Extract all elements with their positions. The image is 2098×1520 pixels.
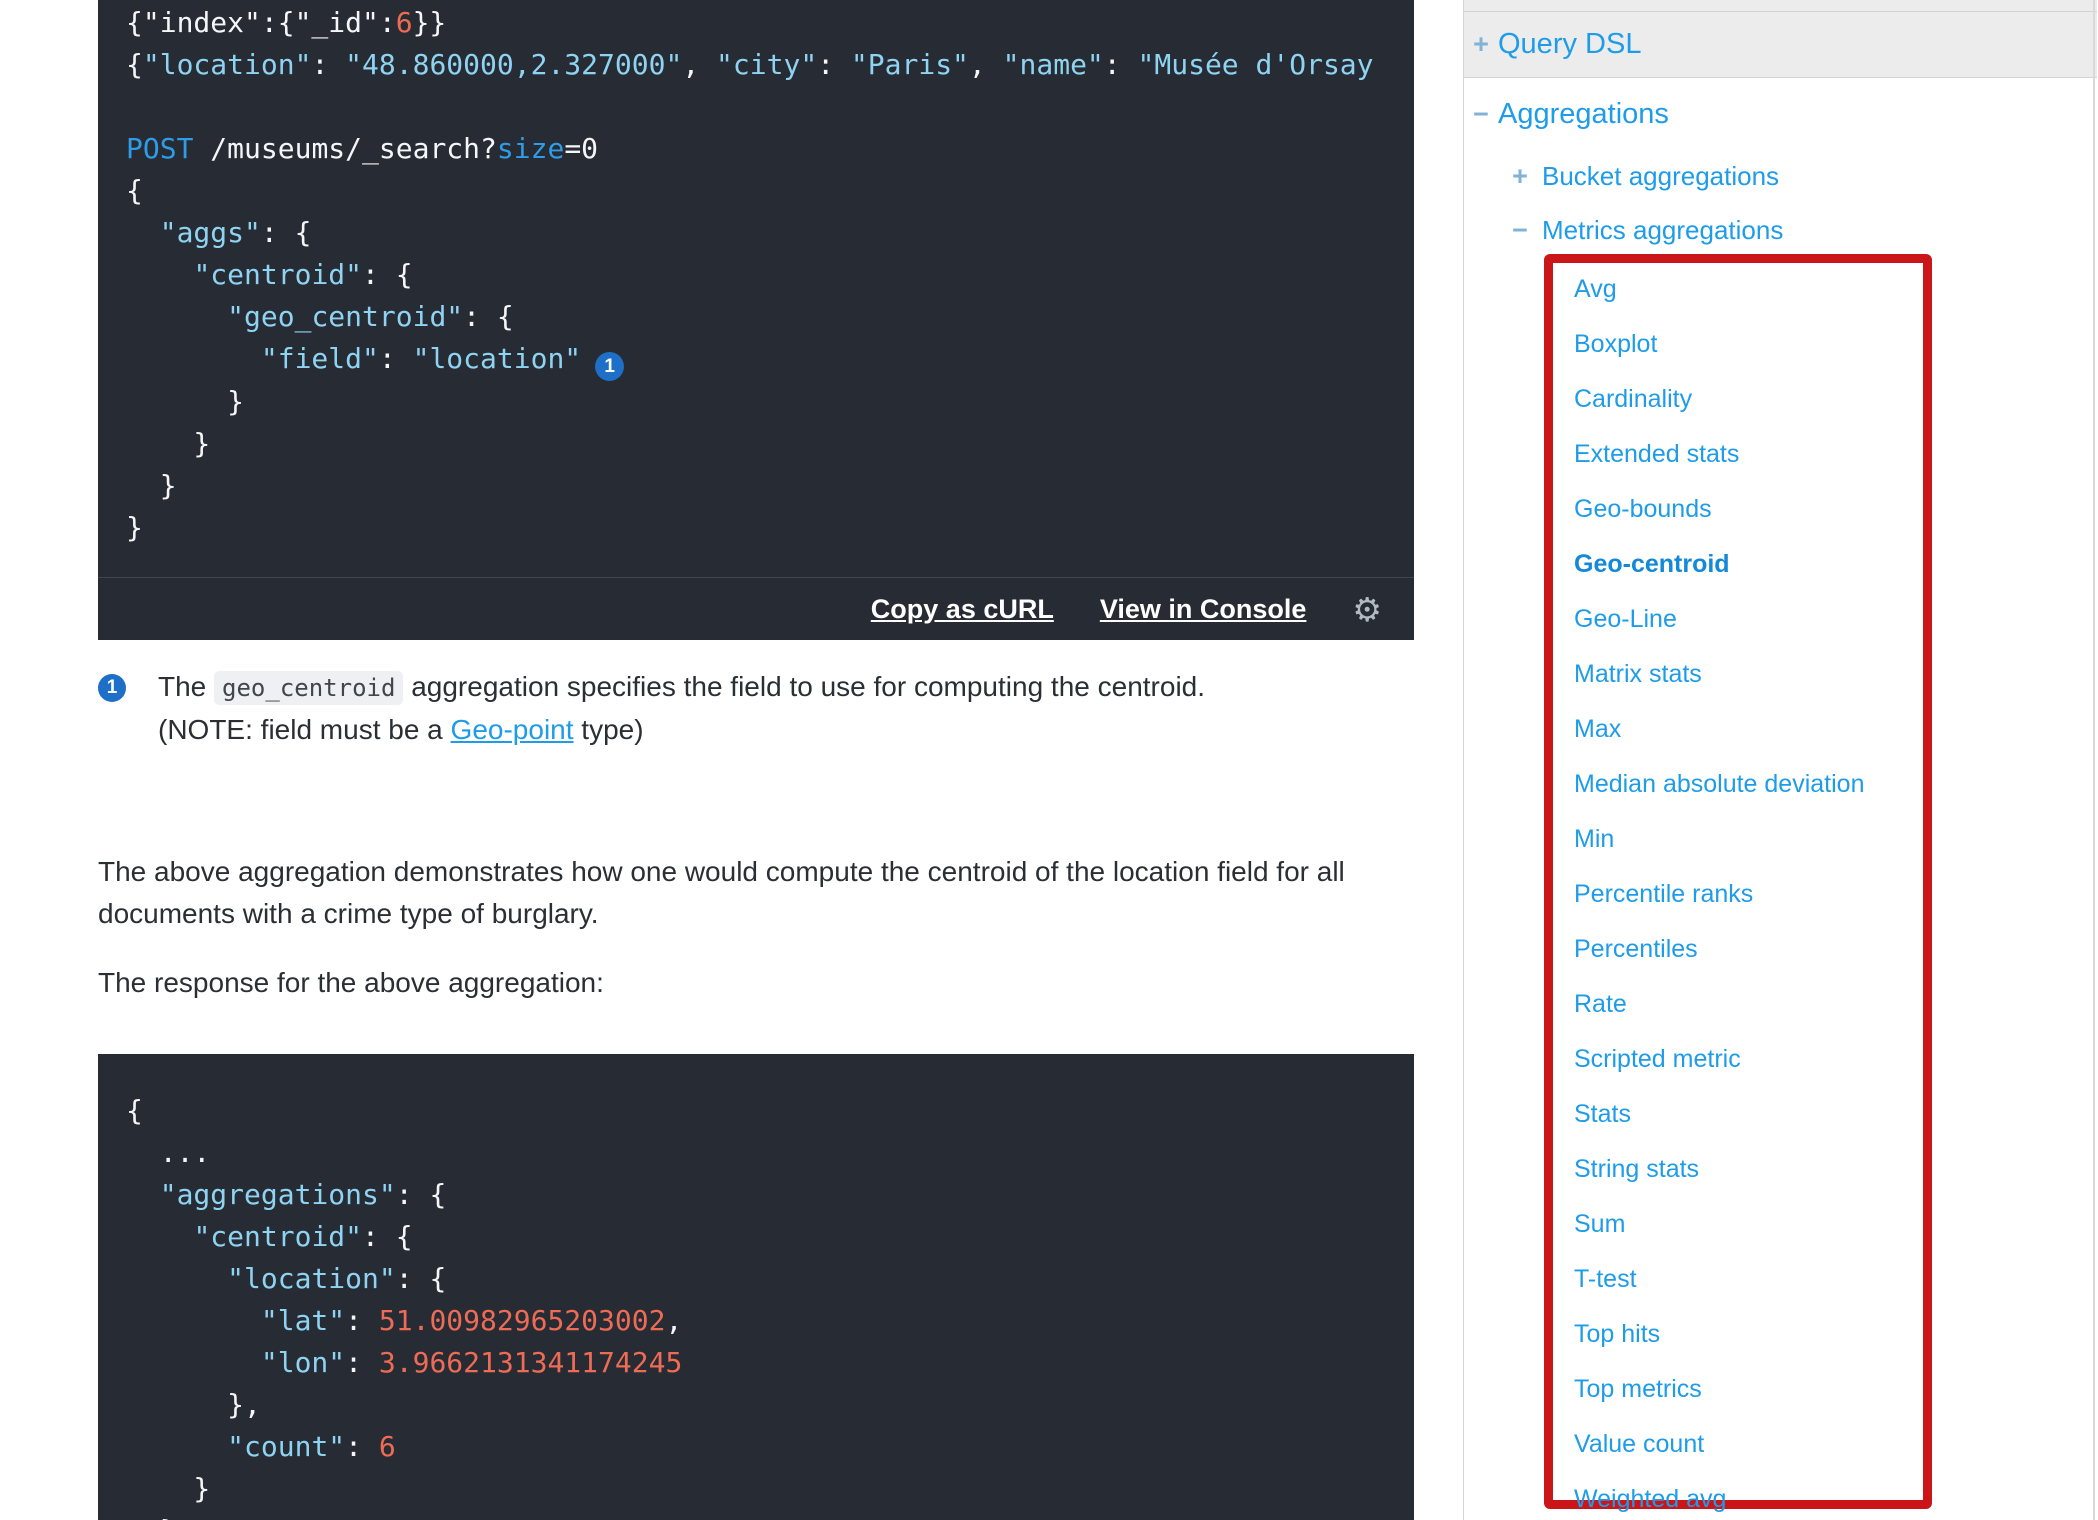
body-paragraph: The above aggregation demonstrates how o… <box>98 851 1420 935</box>
code-line: "centroid": { <box>126 1216 1414 1258</box>
sidebar-item-stats[interactable]: Stats <box>1574 1102 1923 1127</box>
code-line <box>126 86 1414 128</box>
sidebar-item-t-test[interactable]: T-test <box>1574 1267 1923 1292</box>
code-line: {"index":{"_id":6}} <box>126 2 1414 44</box>
sidebar-item-median-absolute-deviation[interactable]: Median absolute deviation <box>1574 772 1923 797</box>
code-line: }, <box>126 1384 1414 1426</box>
code-line: "aggregations": { <box>126 1174 1414 1216</box>
sidebar-item-boxplot[interactable]: Boxplot <box>1574 332 1923 357</box>
sidebar-item-rate[interactable]: Rate <box>1574 992 1923 1017</box>
geo-point-link[interactable]: Geo-point <box>451 714 574 745</box>
response-code: { ... "aggregations": { "centroid": { "l… <box>98 1054 1414 1520</box>
callout-text-after: aggregation specifies the field to use f… <box>403 671 1205 702</box>
toc-sidebar: + Query DSL − Aggregations + Bucket aggr… <box>1463 0 2097 1520</box>
request-code: {"index":{"_id":6}}{"location": "48.8600… <box>98 0 1414 548</box>
sidebar-item-label[interactable]: Aggregations <box>1498 98 1669 131</box>
code-line: { <box>126 170 1414 212</box>
callout-ref-badge: 1 <box>595 352 624 381</box>
sidebar-item-metrics-aggregations[interactable]: − Metrics aggregations <box>1464 208 2097 252</box>
code-toolbar: Copy as cURL View in Console ⚙ <box>98 577 1414 640</box>
sidebar-item-aggregations[interactable]: − Aggregations <box>1464 88 2097 140</box>
plus-icon[interactable]: + <box>1472 29 1490 60</box>
code-line: "aggs": { <box>126 212 1414 254</box>
page-edge-divider <box>2093 0 2095 1520</box>
sidebar-item-value-count[interactable]: Value count <box>1574 1432 1923 1457</box>
sidebar-item-extended-stats[interactable]: Extended stats <box>1574 442 1923 467</box>
view-in-console-button[interactable]: View in Console <box>1100 594 1307 625</box>
gear-icon[interactable]: ⚙ <box>1352 593 1382 626</box>
sidebar-item-sum[interactable]: Sum <box>1574 1212 1923 1237</box>
sidebar-item-top-hits[interactable]: Top hits <box>1574 1322 1923 1347</box>
code-line: "field": "location"1 <box>126 338 1414 381</box>
response-intro-paragraph: The response for the above aggregation: <box>98 962 1420 1004</box>
code-line: "location": { <box>126 1258 1414 1300</box>
sidebar-item-percentiles[interactable]: Percentiles <box>1574 937 1923 962</box>
code-line: "count": 6 <box>126 1426 1414 1468</box>
code-line: POST /museums/_search?size=0 <box>126 128 1414 170</box>
sidebar-item-top-metrics[interactable]: Top metrics <box>1574 1377 1923 1402</box>
callout-note-before: (NOTE: field must be a <box>158 714 451 745</box>
sidebar-item-min[interactable]: Min <box>1574 827 1923 852</box>
plus-icon[interactable]: + <box>1511 161 1529 192</box>
code-line: "lat": 51.00982965203002, <box>126 1300 1414 1342</box>
callout-note: 1 The geo_centroid aggregation specifies… <box>98 666 1420 751</box>
code-line: { <box>126 1090 1414 1132</box>
code-line: "geo_centroid": { <box>126 296 1414 338</box>
sidebar-item-bucket-aggregations[interactable]: + Bucket aggregations <box>1464 154 2097 198</box>
code-line: } <box>126 1510 1414 1520</box>
callout-note-after: type) <box>574 714 644 745</box>
code-line: } <box>126 381 1414 423</box>
sidebar-item-geo-bounds[interactable]: Geo-bounds <box>1574 497 1923 522</box>
code-line: ... <box>126 1132 1414 1174</box>
callout-text: The geo_centroid aggregation specifies t… <box>158 666 1205 751</box>
sidebar-item-avg[interactable]: Avg <box>1574 277 1923 302</box>
sidebar-row-partial <box>1464 0 2097 12</box>
copy-as-curl-button[interactable]: Copy as cURL <box>871 594 1054 625</box>
code-line: "lon": 3.9662131341174245 <box>126 1342 1414 1384</box>
red-annotation-box: Avg Boxplot Cardinality Extended stats Geo-b… <box>1544 254 1932 1509</box>
request-code-block: {"index":{"_id":6}}{"location": "48.8600… <box>98 0 1414 640</box>
sidebar-item-label[interactable]: Query DSL <box>1498 28 1641 61</box>
sidebar-item-query-dsl[interactable]: + Query DSL <box>1464 12 2097 78</box>
sidebar-item-geo-line[interactable]: Geo-Line <box>1574 607 1923 632</box>
code-line: } <box>126 1468 1414 1510</box>
callout-badge-1: 1 <box>98 674 126 702</box>
minus-icon[interactable]: − <box>1511 215 1529 246</box>
code-line: } <box>126 423 1414 465</box>
metrics-aggregations-list: Avg Boxplot Cardinality Extended stats Geo-b… <box>1574 277 1923 1512</box>
inline-code-geo-centroid: geo_centroid <box>214 671 403 705</box>
minus-icon[interactable]: − <box>1472 99 1490 130</box>
code-line: } <box>126 507 1414 548</box>
sidebar-item-max[interactable]: Max <box>1574 717 1923 742</box>
code-line: } <box>126 465 1414 507</box>
callout-text-before: The <box>158 671 214 702</box>
sidebar-item-matrix-stats[interactable]: Matrix stats <box>1574 662 1923 687</box>
sidebar-item-scripted-metric[interactable]: Scripted metric <box>1574 1047 1923 1072</box>
response-code-block: { ... "aggregations": { "centroid": { "l… <box>98 1054 1414 1520</box>
sidebar-item-geo-centroid[interactable]: Geo-centroid <box>1574 552 1923 577</box>
sidebar-item-percentile-ranks[interactable]: Percentile ranks <box>1574 882 1923 907</box>
code-line: "centroid": { <box>126 254 1414 296</box>
sidebar-item-label[interactable]: Metrics aggregations <box>1542 215 1783 246</box>
sidebar-item-weighted-avg[interactable]: Weighted avg <box>1574 1487 1923 1512</box>
sidebar-item-string-stats[interactable]: String stats <box>1574 1157 1923 1182</box>
sidebar-item-cardinality[interactable]: Cardinality <box>1574 387 1923 412</box>
code-line: {"location": "48.860000,2.327000", "city… <box>126 44 1414 86</box>
sidebar-item-label[interactable]: Bucket aggregations <box>1542 161 1779 192</box>
